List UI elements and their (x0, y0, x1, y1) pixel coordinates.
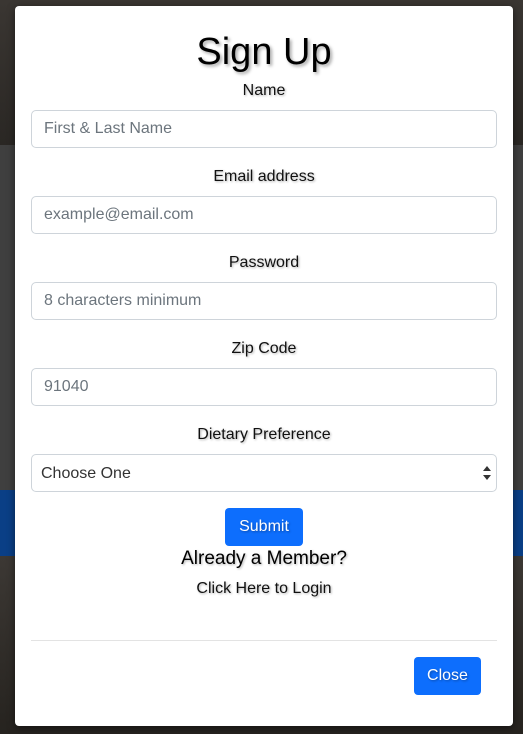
select-arrows-icon (483, 466, 491, 480)
already-member-heading: Already a Member? (181, 548, 347, 569)
zip-code-label: Zip Code (231, 340, 297, 357)
dietary-preference-value: Choose One (41, 465, 131, 482)
dietary-preference-select[interactable]: Choose One (31, 454, 497, 492)
email-input[interactable] (31, 196, 497, 234)
modal-footer-divider (31, 640, 497, 641)
email-label: Email address (213, 168, 315, 185)
dietary-preference-label: Dietary Preference (197, 426, 331, 443)
submit-button[interactable]: Submit (225, 508, 303, 546)
zip-code-input[interactable] (31, 368, 497, 406)
signup-modal: Sign Up Name Email address Password Zip … (15, 6, 513, 726)
login-link[interactable]: Click Here to Login (15, 580, 513, 598)
name-input[interactable] (31, 110, 497, 148)
close-button[interactable]: Close (414, 657, 481, 695)
password-input[interactable] (31, 282, 497, 320)
modal-title: Sign Up (196, 31, 332, 73)
password-label: Password (228, 254, 300, 271)
name-label: Name (242, 82, 286, 99)
